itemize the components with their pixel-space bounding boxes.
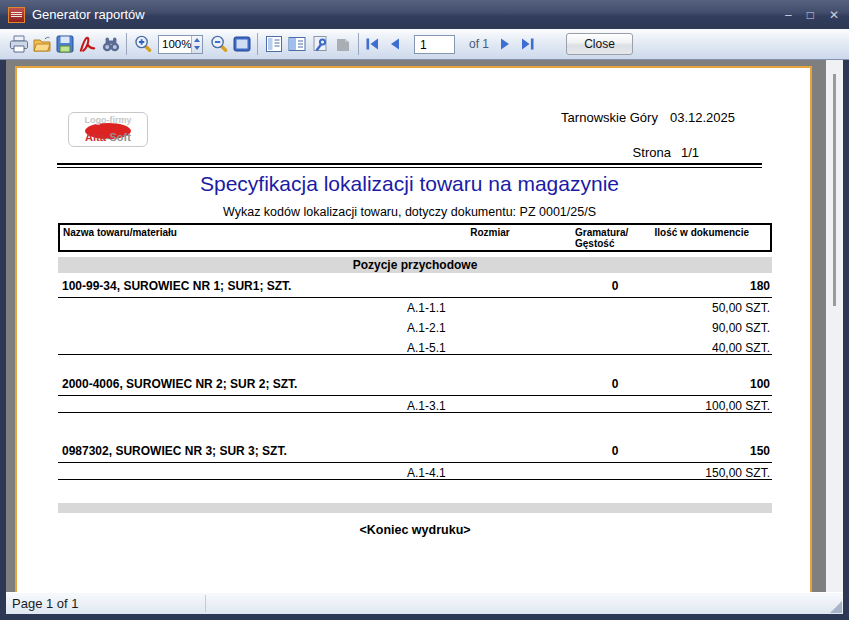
close-window-button[interactable]: ✕ <box>829 9 839 21</box>
location-qty: 150,00 SZT. <box>705 466 770 480</box>
location-code: A.1-3.1 <box>407 399 446 413</box>
item-group: 2000-4006, SUROWIEC NR 2; SUR 2; SZT. 0 … <box>58 378 772 413</box>
location-code: A.1-2.1 <box>407 321 446 335</box>
save-icon[interactable] <box>55 34 74 54</box>
status-bar: Page 1 of 1 <box>6 592 843 614</box>
report-title: Specyfikacja lokalizacji towaru na magaz… <box>57 172 762 196</box>
spin-down-icon[interactable] <box>192 44 202 53</box>
zoom-level-select[interactable]: 100% <box>158 35 203 54</box>
zoom-spinner[interactable] <box>191 36 202 53</box>
page-indicator: Strona1/1 <box>633 145 699 160</box>
location-row: A.1-4.1 150,00 SZT. <box>58 463 772 483</box>
footer-band <box>58 503 772 513</box>
item-name: 100-99-34, SUROWIEC NR 1; SUR1; SZT. <box>62 280 291 293</box>
report-generator-window: Generator raportów – □ ✕ 100% <box>0 0 849 620</box>
end-of-print: <Koniec wydruku> <box>58 523 772 537</box>
report-subtitle: Wykaz kodów lokalizacji towaru, dotyczy … <box>57 205 762 219</box>
print-icon[interactable] <box>9 34 28 54</box>
prev-page-icon[interactable] <box>387 36 402 52</box>
item-qty: 100 <box>750 378 770 391</box>
location-qty: 50,00 SZT. <box>712 301 770 315</box>
full-screen-icon[interactable] <box>232 34 251 54</box>
report-page: Logo-firmy Wzór Alta-Soft Tarnowskie Gór… <box>15 66 812 592</box>
location-code: A.1-1.1 <box>407 301 446 315</box>
section-header: Pozycje przychodowe <box>58 257 772 273</box>
location-code: A.1-5.1 <box>407 341 446 355</box>
company-logo: Logo-firmy Wzór Alta-Soft <box>68 112 148 147</box>
item-weight: 0 <box>575 280 655 293</box>
pdf-export-icon[interactable] <box>78 34 97 54</box>
location-qty: 90,00 SZT. <box>712 321 770 335</box>
item-weight: 0 <box>575 378 655 391</box>
page-settings-icon[interactable] <box>264 34 283 54</box>
vertical-scrollbar[interactable] <box>826 60 843 592</box>
toolbar: 100% of 1 <box>0 29 849 60</box>
edit-page-icon[interactable] <box>333 34 352 54</box>
next-page-icon[interactable] <box>498 36 513 52</box>
city-date: Tarnowskie Góry03.12.2025 <box>561 110 735 125</box>
location-code: A.1-4.1 <box>407 466 446 480</box>
item-row: 2000-4006, SUROWIEC NR 2; SUR 2; SZT. 0 … <box>58 378 772 391</box>
open-icon[interactable] <box>32 34 51 54</box>
first-page-icon[interactable] <box>365 36 380 52</box>
location-row: A.1-2.1 90,00 SZT. <box>58 318 772 338</box>
item-group: 0987302, SUROWIEC NR 3; SUR 3; SZT. 0 15… <box>58 445 772 480</box>
item-weight: 0 <box>575 445 655 458</box>
item-qty: 150 <box>750 445 770 458</box>
find-icon[interactable] <box>101 34 120 54</box>
item-row: 0987302, SUROWIEC NR 3; SUR 3; SZT. 0 15… <box>58 445 772 458</box>
page-number-input[interactable] <box>414 35 455 54</box>
zoom-level-value[interactable]: 100% <box>159 36 191 53</box>
item-row: 100-99-34, SUROWIEC NR 1; SUR1; SZT. 0 1… <box>58 280 772 293</box>
item-name: 0987302, SUROWIEC NR 3; SUR 3; SZT. <box>62 445 287 458</box>
titlebar: Generator raportów – □ ✕ <box>0 0 849 29</box>
item-qty: 180 <box>750 280 770 293</box>
spin-up-icon[interactable] <box>192 36 202 45</box>
window-title: Generator raportów <box>32 7 785 22</box>
last-page-icon[interactable] <box>520 36 535 52</box>
item-name: 2000-4006, SUROWIEC NR 2; SUR 2; SZT. <box>62 378 297 391</box>
page-count-label: of 1 <box>469 37 489 51</box>
location-row: A.1-3.1 100,00 SZT. <box>58 396 772 416</box>
scrollbar-thumb[interactable] <box>833 74 836 306</box>
preview-area: Logo-firmy Wzór Alta-Soft Tarnowskie Gór… <box>6 60 826 592</box>
location-qty: 100,00 SZT. <box>705 399 770 413</box>
zoom-in-icon[interactable] <box>133 34 152 54</box>
print-setup-icon[interactable] <box>310 34 329 54</box>
close-button[interactable]: Close <box>566 33 633 55</box>
header-rule <box>57 163 762 168</box>
status-separator <box>205 595 206 612</box>
resize-grip[interactable] <box>830 601 842 613</box>
maximize-button[interactable]: □ <box>807 9 814 21</box>
two-page-view-icon[interactable] <box>287 34 306 54</box>
location-row: A.1-5.1 40,00 SZT. <box>58 338 772 358</box>
item-group: 100-99-34, SUROWIEC NR 1; SUR1; SZT. 0 1… <box>58 280 772 355</box>
minimize-button[interactable]: – <box>785 9 792 21</box>
location-qty: 40,00 SZT. <box>712 341 770 355</box>
location-row: A.1-1.1 50,00 SZT. <box>58 298 772 318</box>
zoom-out-icon[interactable] <box>209 34 228 54</box>
status-text: Page 1 of 1 <box>12 596 79 611</box>
table-header: Nazwa towaru/materiału Rozmiar Gramatura… <box>58 223 772 252</box>
app-icon <box>8 7 25 23</box>
